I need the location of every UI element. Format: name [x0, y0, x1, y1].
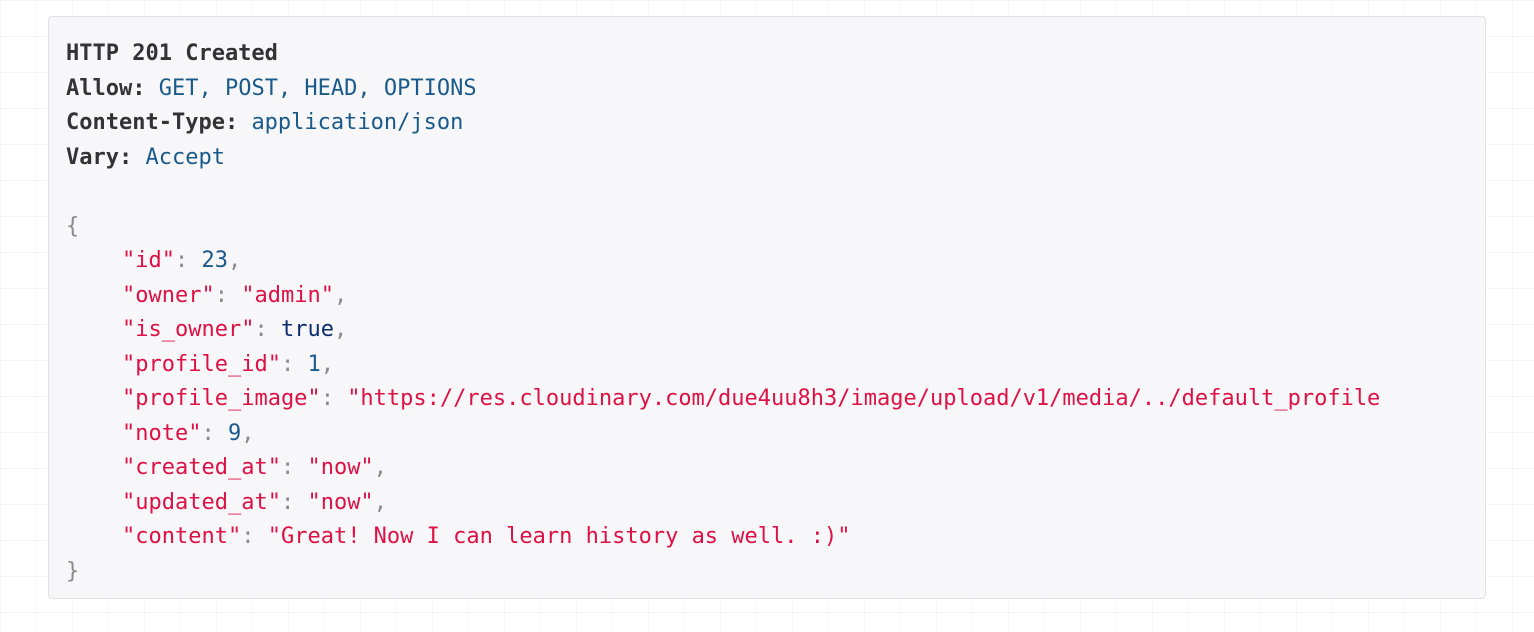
json-key: "id" — [122, 248, 175, 273]
json-field-updated-at: "updated_at": "now", — [122, 489, 387, 515]
json-value: "now" — [307, 455, 374, 480]
json-close-brace: } — [66, 558, 80, 584]
json-key: "profile_id" — [122, 351, 281, 377]
status-line: HTTP 201 Created — [66, 37, 1380, 72]
response-content: HTTP 201 Created Allow: GET, POST, HEAD, … — [66, 37, 1380, 589]
json-key: "profile_image" — [122, 386, 321, 411]
header-value: Accept — [145, 144, 225, 170]
header-key: Vary: — [66, 144, 133, 170]
json-value: 9 — [227, 420, 242, 446]
json-value: "admin" — [241, 282, 334, 308]
json-value: "now" — [307, 489, 374, 515]
json-value: 1 — [307, 351, 321, 377]
json-field-owner: "owner": "admin", — [122, 282, 348, 308]
json-open-brace: { — [66, 213, 80, 239]
json-field-note: "note": 9, — [122, 420, 255, 446]
json-close-brace-line: } — [66, 555, 1380, 590]
header-value: application/json — [251, 110, 464, 135]
json-key: "is_owner" — [122, 317, 255, 342]
json-field-profile-id: "profile_id": 1, — [122, 351, 334, 377]
json-value: 23 — [201, 248, 228, 273]
header-key: Content-Type: — [66, 110, 239, 135]
json-open-brace-line: { — [66, 210, 1380, 245]
json-field-content: "content": "Great! Now I can learn histo… — [122, 524, 851, 549]
header-line-vary: Vary: Accept — [66, 141, 1380, 176]
header-value: GET, POST, HEAD, OPTIONS — [158, 75, 477, 101]
json-value: "Great! Now I can learn history as well.… — [267, 524, 851, 549]
header-line-allow: Allow: GET, POST, HEAD, OPTIONS — [66, 72, 1380, 107]
json-field-id: "id": 23, — [122, 248, 242, 273]
header-key: Allow: — [66, 75, 146, 101]
json-field-profile-image: "profile_image": "https://res.cloudinary… — [122, 386, 1381, 411]
json-value: true — [280, 317, 334, 342]
api-response-panel: HTTP 201 Created Allow: GET, POST, HEAD, … — [48, 16, 1486, 599]
json-key: "owner" — [122, 282, 215, 308]
json-key: "created_at" — [122, 455, 281, 480]
json-key: "updated_at" — [122, 489, 281, 515]
json-field-created-at: "created_at": "now", — [122, 455, 387, 480]
header-line-content-type: Content-Type: application/json — [66, 106, 1380, 141]
json-key: "content" — [122, 524, 242, 549]
json-key: "note" — [122, 420, 202, 446]
status-text: HTTP 201 Created — [66, 41, 278, 66]
json-value-url[interactable]: "https://res.cloudinary.com/due4uu8h3/im… — [347, 386, 1380, 411]
json-field-is-owner: "is_owner": true, — [122, 317, 348, 342]
